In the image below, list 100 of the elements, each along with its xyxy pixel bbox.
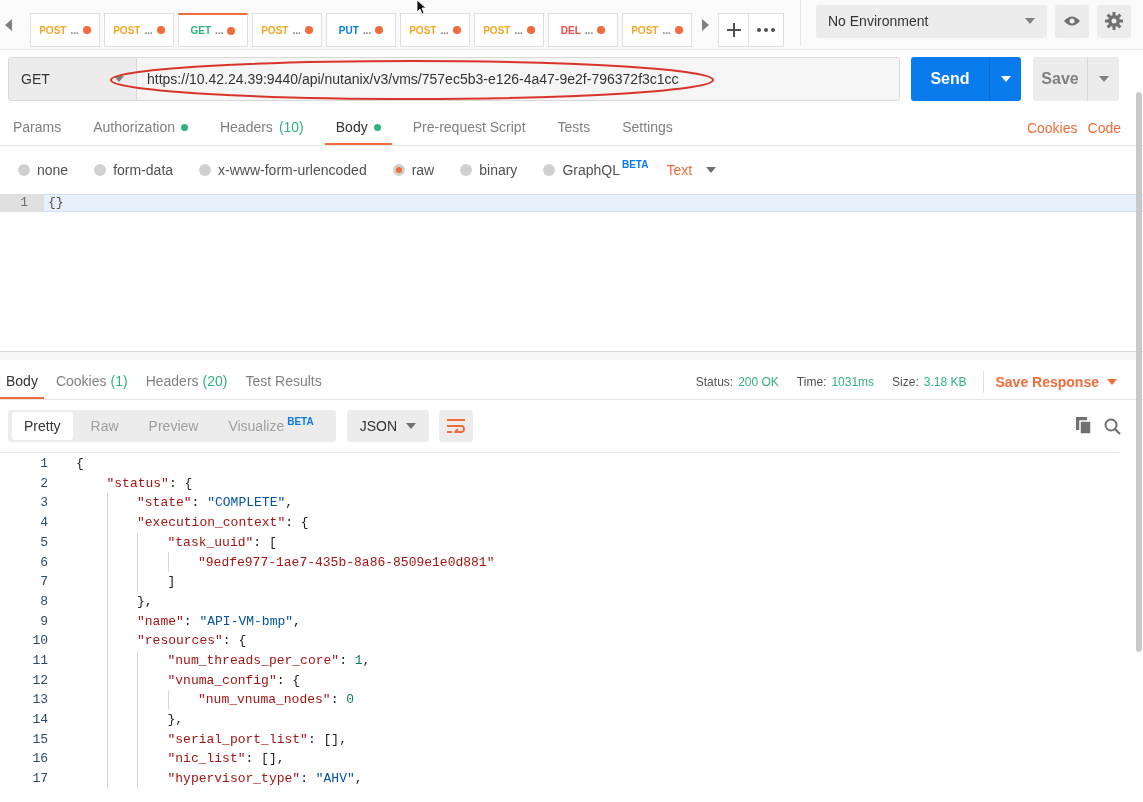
line-number: 2 bbox=[39, 474, 48, 493]
link[interactable]: Code bbox=[1087, 117, 1121, 139]
line-number: 15 bbox=[31, 730, 48, 749]
radio-button[interactable] bbox=[392, 164, 405, 176]
line-number: 16 bbox=[31, 750, 48, 769]
environment-dropdown[interactable]: No Environment bbox=[816, 4, 1047, 38]
line-number: 14 bbox=[31, 711, 48, 730]
caret-icon bbox=[706, 167, 717, 173]
code-line: "name": "API-VM-bmp", bbox=[137, 612, 301, 631]
response-section-tab[interactable]: Cookies (1) bbox=[49, 365, 134, 399]
radio-button[interactable] bbox=[199, 164, 212, 176]
link[interactable]: Cookies bbox=[1026, 117, 1078, 139]
caret-icon bbox=[1000, 76, 1011, 82]
code-line: "status": { bbox=[106, 474, 193, 493]
caret-icon bbox=[1025, 18, 1035, 24]
line-number: 17 bbox=[31, 770, 48, 789]
radio-label[interactable]: form-data bbox=[113, 159, 174, 181]
line-number: 10 bbox=[31, 632, 48, 651]
radio-button[interactable] bbox=[460, 164, 473, 176]
view-mode-tab[interactable]: Visualize BETA bbox=[216, 412, 326, 440]
response-section-tab[interactable]: Body bbox=[0, 365, 44, 399]
radio-button[interactable] bbox=[543, 164, 556, 176]
line-number: 12 bbox=[31, 671, 48, 690]
code-line: "state": "COMPLETE", bbox=[137, 494, 294, 513]
request-tab[interactable]: POST ... bbox=[474, 13, 544, 47]
view-mode-tab[interactable]: Pretty bbox=[12, 412, 73, 440]
code-line: "serial_port_list": [], bbox=[167, 730, 347, 749]
code-line: "9edfe977-1ae7-435b-8a86-8509e1e0d881" bbox=[198, 553, 495, 572]
meta-label: Status: bbox=[695, 374, 734, 391]
caret-icon bbox=[405, 423, 416, 429]
code-line: "execution_context": { bbox=[137, 514, 309, 533]
more-icon bbox=[757, 28, 775, 32]
scroll-right-icon[interactable] bbox=[700, 19, 710, 31]
wrap-lines-icon bbox=[446, 419, 465, 433]
caret-icon bbox=[1107, 379, 1117, 385]
request-section-tab[interactable]: Authorization bbox=[82, 111, 199, 145]
send-options-button[interactable] bbox=[989, 57, 1021, 101]
code-line: "nic_list": [], bbox=[167, 750, 285, 769]
request-tab[interactable]: DEL ... bbox=[548, 13, 618, 47]
line-number: 3 bbox=[39, 494, 48, 513]
wrap-lines-button[interactable] bbox=[438, 410, 473, 442]
view-mode-tab[interactable]: Preview bbox=[136, 412, 211, 440]
beta-label: BETA bbox=[287, 414, 314, 429]
code-line: ] bbox=[167, 573, 176, 592]
radio-label[interactable]: GraphQL bbox=[562, 159, 620, 181]
code-line: }, bbox=[167, 711, 184, 730]
save-button[interactable]: Save bbox=[1033, 57, 1087, 101]
environment-quick-look-button[interactable] bbox=[1055, 4, 1089, 38]
meta-value: 200 OK bbox=[738, 374, 779, 391]
meta-label: Size: bbox=[892, 374, 919, 391]
copy-icon[interactable] bbox=[1076, 417, 1092, 435]
request-tab[interactable]: POST ... bbox=[104, 13, 174, 47]
code-line: "num_threads_per_core": 1, bbox=[167, 651, 371, 670]
radio-label[interactable]: x-www-form-urlencoded bbox=[218, 159, 367, 181]
request-tab[interactable]: POST ... bbox=[30, 13, 100, 47]
request-tab[interactable]: POST ... bbox=[622, 13, 692, 47]
view-mode-tab[interactable]: Raw bbox=[78, 412, 131, 440]
line-number: 11 bbox=[31, 651, 48, 670]
scroll-left-icon[interactable] bbox=[4, 19, 14, 31]
radio-label[interactable]: none bbox=[37, 159, 69, 181]
save-response-button[interactable]: Save Response bbox=[995, 365, 1117, 399]
radio-label[interactable]: binary bbox=[479, 159, 518, 181]
eye-icon bbox=[1063, 15, 1081, 27]
line-number: 5 bbox=[39, 533, 48, 552]
request-tab[interactable]: PUT ... bbox=[326, 13, 396, 47]
request-tab[interactable]: POST ... bbox=[252, 13, 322, 47]
code-line: }, bbox=[137, 592, 153, 611]
text-format-dropdown[interactable]: Text bbox=[666, 159, 717, 181]
code-line: "vnuma_config": { bbox=[167, 671, 301, 690]
settings-icon bbox=[1105, 12, 1123, 30]
request-section-tab[interactable]: Params bbox=[2, 111, 73, 145]
format-dropdown[interactable]: JSON bbox=[346, 410, 429, 442]
radio-button[interactable] bbox=[18, 164, 30, 176]
response-section-tab[interactable]: Test Results bbox=[239, 365, 328, 399]
request-section-tab[interactable]: Headers (10) bbox=[208, 111, 315, 145]
meta-value: 1031ms bbox=[831, 374, 875, 391]
line-number: 9 bbox=[39, 612, 48, 631]
code-line: "resources": { bbox=[137, 632, 247, 651]
plus-icon bbox=[726, 23, 741, 37]
radio-button[interactable] bbox=[94, 164, 107, 176]
request-section-tab[interactable]: Settings bbox=[611, 111, 684, 145]
line-number: 1 bbox=[0, 194, 44, 212]
response-section-tab[interactable]: Headers (20) bbox=[139, 365, 234, 399]
request-section-tab[interactable]: Tests bbox=[546, 111, 602, 145]
code-line: { bbox=[76, 455, 84, 474]
beta-label: BETA bbox=[621, 157, 649, 172]
save-options-button[interactable] bbox=[1087, 57, 1119, 101]
request-tab[interactable]: GET ... bbox=[178, 13, 248, 47]
request-section-tab[interactable]: Pre-request Script bbox=[401, 111, 537, 145]
scrollbar[interactable] bbox=[1136, 92, 1142, 652]
settings-button[interactable] bbox=[1097, 4, 1131, 38]
code-line: "task_uuid": [ bbox=[167, 533, 277, 552]
line-number: 1 bbox=[39, 455, 48, 474]
meta-value: 3.18 KB bbox=[923, 374, 967, 391]
radio-label[interactable]: raw bbox=[411, 159, 435, 181]
line-number: 8 bbox=[39, 592, 48, 611]
search-icon[interactable] bbox=[1104, 417, 1121, 435]
request-tab[interactable]: POST ... bbox=[400, 13, 470, 47]
send-button[interactable]: Send bbox=[911, 57, 989, 101]
request-section-tab[interactable]: Body bbox=[324, 111, 392, 145]
